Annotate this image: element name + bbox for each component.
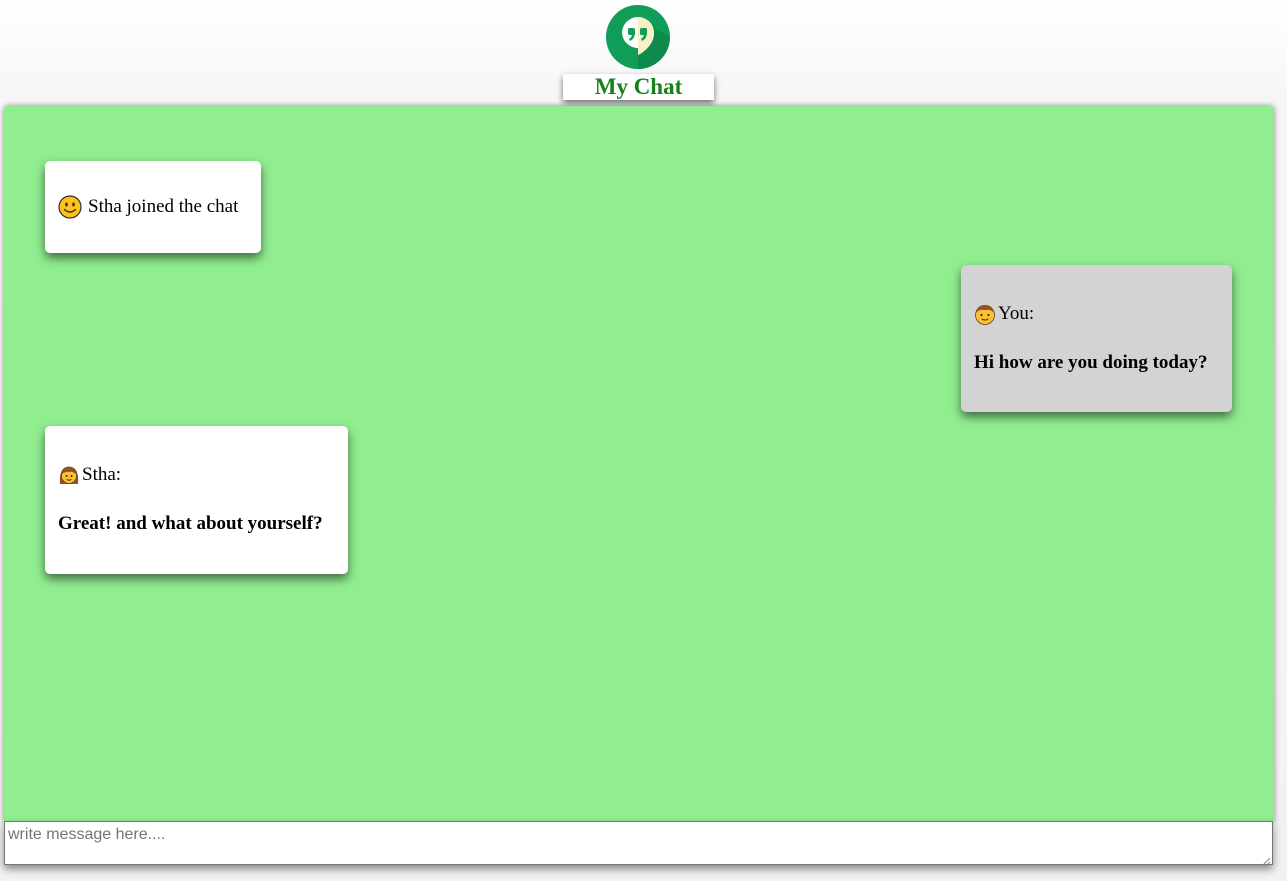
message-text: Great! and what about yourself? <box>58 513 323 534</box>
resize-handle-icon[interactable] <box>1261 853 1271 866</box>
message-sender-row: You: <box>974 302 1219 326</box>
app-title-box: My Chat <box>563 74 714 100</box>
smiley-face-icon <box>58 195 82 219</box>
outgoing-message: You: Hi how are you doing today? <box>961 265 1232 412</box>
boy-face-icon <box>974 303 996 325</box>
message-sender: Stha: <box>82 464 122 485</box>
join-notification-text: Stha joined the chat <box>88 196 239 217</box>
message-input[interactable] <box>4 821 1273 865</box>
message-sender: You: <box>998 303 1035 324</box>
chat-logo-icon <box>606 5 670 69</box>
app-title: My Chat <box>594 74 683 99</box>
incoming-message: Stha: Great! and what about yourself? <box>45 426 348 574</box>
message-sender-row: Stha: <box>58 463 335 487</box>
join-notification: Stha joined the chat <box>45 161 261 253</box>
message-text: Hi how are you doing today? <box>974 352 1208 373</box>
chat-messages-area: Stha joined the chat You: Hi how are you… <box>4 106 1274 822</box>
girl-face-icon <box>58 464 80 486</box>
